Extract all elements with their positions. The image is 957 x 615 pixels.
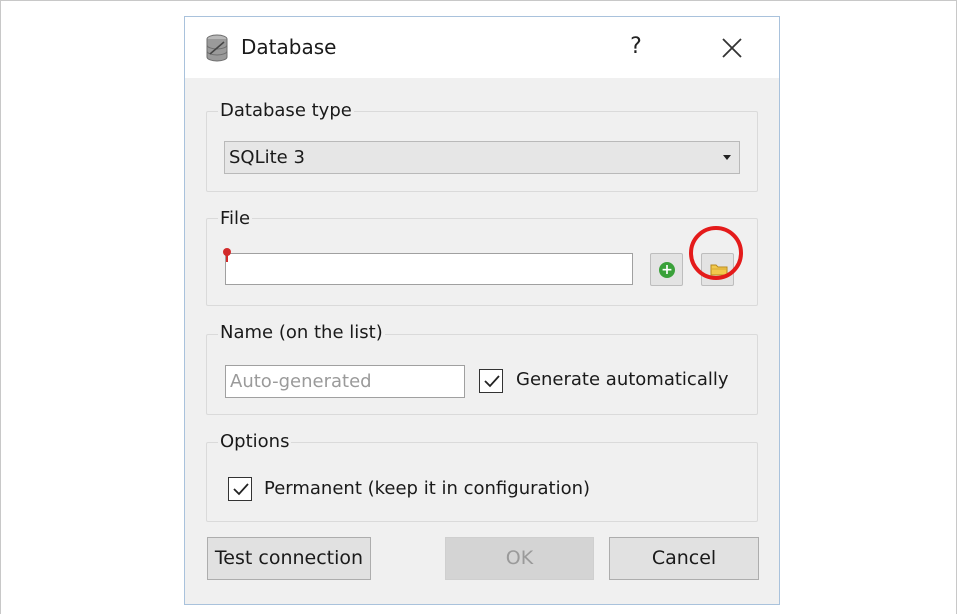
ok-button[interactable]: OK [445, 537, 594, 580]
title-bar: Database ? [185, 17, 779, 78]
highlight-circle-annotation [689, 226, 743, 280]
permanent-checkbox[interactable] [228, 477, 252, 501]
database-type-value: SQLite 3 [229, 147, 305, 168]
database-type-label: Database type [218, 100, 354, 121]
file-path-input[interactable] [225, 253, 633, 285]
permanent-label[interactable]: Permanent (keep it in configuration) [264, 478, 590, 499]
name-input[interactable]: Auto-generated [225, 365, 465, 398]
checkmark-icon [233, 483, 249, 496]
database-type-select[interactable]: SQLite 3 [224, 141, 740, 174]
help-button[interactable]: ? [621, 31, 651, 63]
file-label: File [218, 208, 253, 229]
error-marker-icon [223, 248, 231, 262]
generate-automatically-checkbox[interactable] [479, 369, 503, 393]
add-file-button[interactable]: + [650, 253, 683, 286]
add-icon: + [659, 262, 675, 278]
name-label: Name (on the list) [218, 322, 385, 343]
window-title: Database [241, 35, 337, 59]
test-connection-button[interactable]: Test connection [207, 537, 371, 580]
chevron-down-icon [723, 155, 731, 160]
options-label: Options [218, 431, 292, 452]
database-icon [206, 34, 228, 62]
close-icon[interactable] [717, 33, 747, 63]
name-placeholder: Auto-generated [230, 371, 372, 392]
checkmark-icon [484, 375, 500, 388]
generate-automatically-label[interactable]: Generate automatically [516, 369, 729, 390]
cancel-button[interactable]: Cancel [609, 537, 759, 580]
